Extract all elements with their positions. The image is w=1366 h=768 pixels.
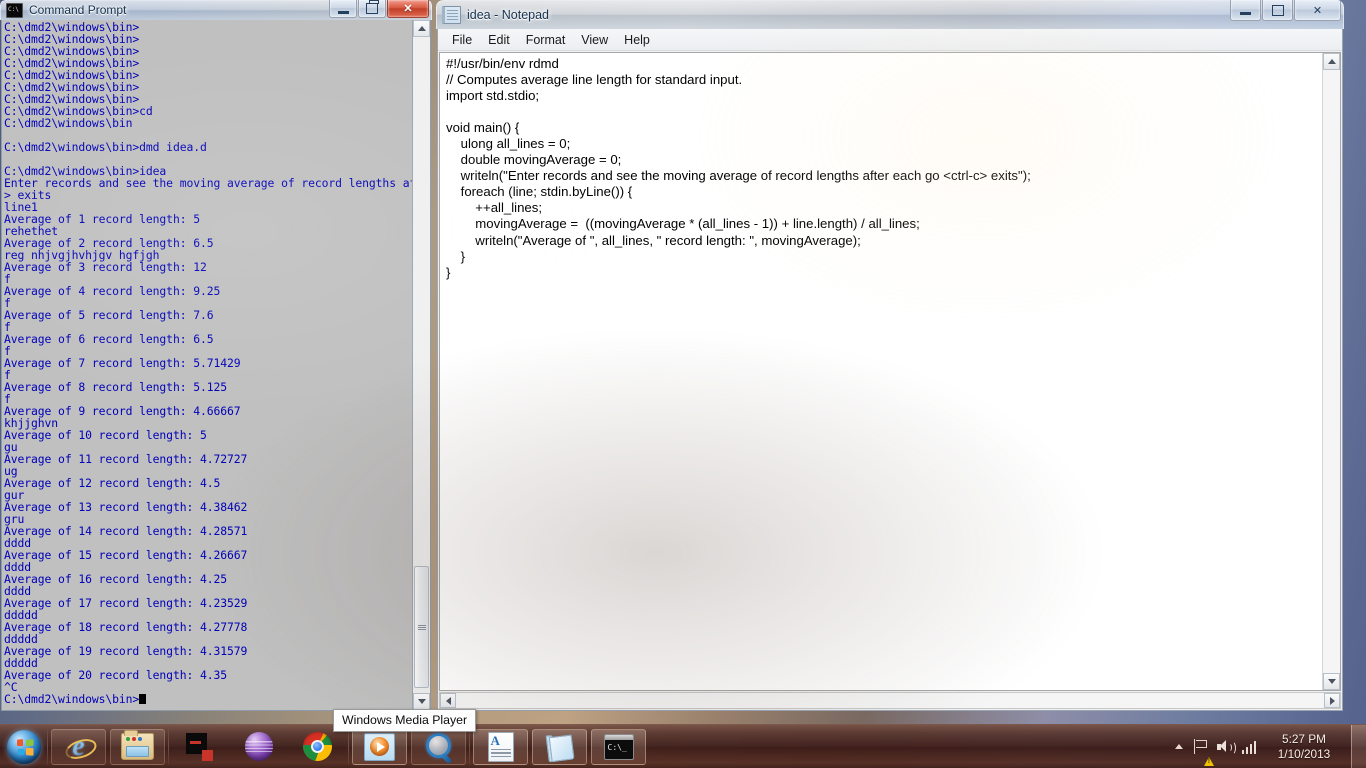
taskbar-separator bbox=[469, 728, 470, 765]
cmd-console-text: C:\dmd2\windows\bin> C:\dmd2\windows\bin… bbox=[4, 20, 412, 706]
taskbar[interactable]: e A C:\_ ! 5:27 PM 1/10/2013 bbox=[0, 724, 1366, 768]
notepad-titlebar[interactable]: idea - Notepad ✕ bbox=[436, 0, 1344, 29]
notepad-icon bbox=[544, 732, 575, 762]
menu-help[interactable]: Help bbox=[616, 31, 658, 49]
menu-edit[interactable]: Edit bbox=[480, 31, 518, 49]
signal-strength-icon[interactable] bbox=[1237, 728, 1261, 766]
command-prompt-window[interactable]: Command Prompt ✕ C:\dmd2\windows\bin> C:… bbox=[0, 0, 432, 712]
notepad-scroll-down-arrow[interactable] bbox=[1323, 673, 1340, 690]
cmd-close-button[interactable]: ✕ bbox=[387, 0, 429, 18]
windows-media-player-icon bbox=[364, 732, 395, 761]
system-tray[interactable]: 5:27 PM 1/10/2013 bbox=[1169, 725, 1366, 768]
notepad-maximize-button[interactable] bbox=[1262, 0, 1293, 21]
notepad-scroll-up-arrow[interactable] bbox=[1323, 53, 1340, 70]
taskbar-separator bbox=[47, 728, 48, 765]
internet-explorer-icon: e bbox=[62, 731, 99, 763]
notepad-menubar[interactable]: File Edit Format View Help bbox=[438, 29, 1342, 51]
taskbar-item-notepad[interactable] bbox=[531, 728, 588, 766]
black-red-app-icon bbox=[185, 732, 214, 761]
clock-date: 1/10/2013 bbox=[1277, 746, 1331, 761]
notepad-horizontal-scrollbar[interactable] bbox=[439, 692, 1341, 709]
notepad-window[interactable]: idea - Notepad ✕ File Edit Format View H… bbox=[436, 0, 1344, 712]
notepad-scroll-right-arrow[interactable] bbox=[1324, 693, 1340, 708]
taskbar-separator bbox=[168, 728, 169, 765]
cmd-window-title: Command Prompt bbox=[29, 3, 127, 17]
desktop: Command Prompt ✕ C:\dmd2\windows\bin> C:… bbox=[0, 0, 1366, 768]
cmd-minimize-button[interactable] bbox=[329, 0, 357, 18]
cmd-caret bbox=[139, 694, 147, 704]
taskbar-item-internet-explorer[interactable]: e bbox=[50, 728, 107, 766]
notepad-minimize-button[interactable] bbox=[1230, 0, 1261, 21]
cmd-window-icon[interactable] bbox=[6, 2, 23, 18]
signal-bars-icon bbox=[1241, 740, 1257, 754]
cmd-restore-button[interactable] bbox=[358, 0, 386, 18]
start-button[interactable] bbox=[2, 728, 46, 766]
cmd-titlebar[interactable]: Command Prompt ✕ bbox=[0, 0, 432, 20]
taskbar-item-windows-explorer[interactable] bbox=[109, 728, 166, 766]
cmd-console-output[interactable]: C:\dmd2\windows\bin> C:\dmd2\windows\bin… bbox=[2, 20, 412, 710]
cmd-vertical-scrollbar[interactable] bbox=[412, 20, 430, 710]
search-icon bbox=[424, 732, 454, 764]
chrome-icon bbox=[303, 732, 332, 761]
command-prompt-icon: C:\_ bbox=[603, 733, 634, 760]
taskbar-item-search[interactable] bbox=[410, 728, 467, 766]
taskbar-item-command-prompt[interactable]: C:\_ bbox=[590, 728, 647, 766]
notepad-close-button[interactable]: ✕ bbox=[1294, 0, 1341, 21]
show-hidden-icons-button[interactable] bbox=[1169, 728, 1189, 766]
taskbar-item-opera[interactable] bbox=[230, 728, 287, 766]
notepad-window-icon[interactable] bbox=[442, 5, 461, 24]
cmd-scroll-up-arrow[interactable] bbox=[413, 20, 430, 37]
notepad-window-controls[interactable]: ✕ bbox=[1229, 0, 1341, 21]
notepad-body: File Edit Format View Help #!/usr/bin/en… bbox=[437, 29, 1343, 711]
notepad-document-text[interactable]: #!/usr/bin/env rdmd // Computes average … bbox=[440, 53, 1322, 690]
menu-format[interactable]: Format bbox=[518, 31, 574, 49]
network-flag-icon bbox=[1193, 739, 1209, 754]
cmd-window-controls[interactable]: ✕ bbox=[328, 0, 429, 18]
opera-icon bbox=[244, 732, 273, 761]
network-status-icon[interactable] bbox=[1189, 728, 1214, 766]
taskbar-item-windows-media-player[interactable] bbox=[351, 728, 408, 766]
wordpad-icon: A bbox=[487, 731, 514, 762]
clock-time: 5:27 PM bbox=[1282, 731, 1326, 746]
notepad-scroll-left-arrow[interactable] bbox=[440, 693, 456, 708]
taskbar-item-google-chrome[interactable] bbox=[289, 728, 346, 766]
taskbar-item-wordpad[interactable]: A bbox=[472, 728, 529, 766]
menu-file[interactable]: File bbox=[444, 31, 480, 49]
speaker-icon bbox=[1216, 740, 1236, 755]
folder-icon bbox=[121, 730, 154, 760]
scroll-grip-icon bbox=[417, 624, 426, 631]
cmd-console-area[interactable]: C:\dmd2\windows\bin> C:\dmd2\windows\bin… bbox=[1, 20, 431, 711]
menu-view[interactable]: View bbox=[573, 31, 616, 49]
cmd-scroll-thumb[interactable] bbox=[414, 566, 429, 688]
taskbar-tooltip: Windows Media Player bbox=[333, 709, 477, 732]
cmd-scroll-down-arrow[interactable] bbox=[413, 693, 430, 710]
notepad-edit-area[interactable]: #!/usr/bin/env rdmd // Computes average … bbox=[439, 52, 1341, 691]
show-desktop-button[interactable] bbox=[1351, 725, 1366, 768]
windows-logo-icon bbox=[7, 729, 41, 764]
taskbar-separator bbox=[348, 728, 349, 765]
taskbar-item-black-red-app[interactable] bbox=[171, 728, 228, 766]
notepad-window-title: idea - Notepad bbox=[467, 7, 550, 22]
notepad-vertical-scrollbar[interactable] bbox=[1322, 53, 1340, 690]
volume-icon[interactable] bbox=[1213, 728, 1237, 766]
clock[interactable]: 5:27 PM 1/10/2013 bbox=[1261, 732, 1347, 762]
